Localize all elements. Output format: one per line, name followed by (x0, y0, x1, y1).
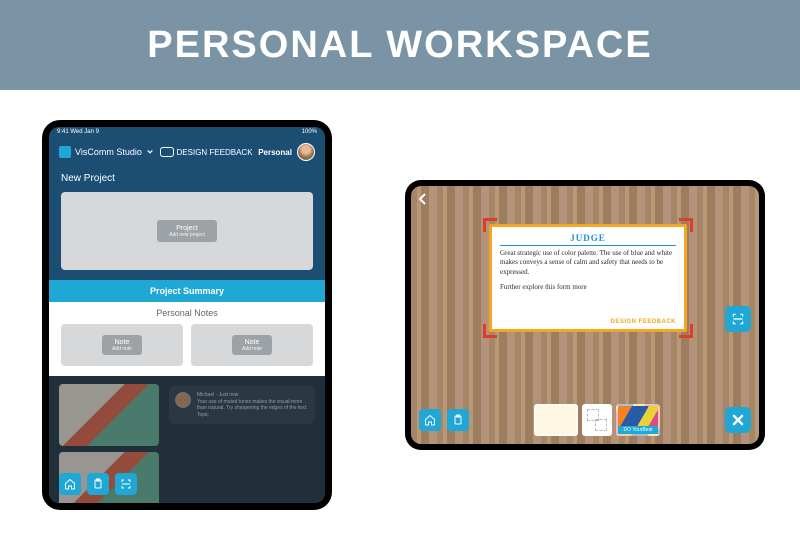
chevron-down-icon (146, 148, 154, 156)
note-heading: JUDGE (500, 233, 676, 243)
thumbnail-caption: DO YourBest (618, 426, 658, 434)
add-note-button[interactable]: Note Add note (102, 335, 142, 355)
tablet-landscape-screen: JUDGE Great strategic use of color palet… (411, 186, 759, 444)
workspace-icon (59, 146, 71, 158)
captured-thumbnail[interactable]: DO YourBest (616, 404, 660, 436)
personal-label: Personal (258, 148, 292, 157)
capture-button[interactable] (725, 306, 751, 332)
page-title: PERSONAL WORKSPACE (147, 24, 652, 67)
note-card[interactable]: Note Add note (191, 324, 313, 366)
scan-corner-icon (679, 324, 693, 338)
workspace-dropdown[interactable]: VisComm Studio (59, 146, 154, 158)
note-card[interactable]: Note Add note (61, 324, 183, 366)
captured-thumbnail[interactable] (534, 404, 578, 436)
bottom-toolbar (59, 473, 137, 495)
home-icon (64, 478, 76, 490)
close-button[interactable] (725, 407, 751, 433)
notes-button[interactable] (87, 473, 109, 495)
add-project-label: Project (176, 225, 198, 232)
scan-button[interactable] (115, 473, 137, 495)
add-project-sublabel: Add new project (169, 233, 205, 239)
home-button[interactable] (59, 473, 81, 495)
personal-area[interactable]: Personal (258, 143, 315, 161)
home-button[interactable] (419, 409, 441, 431)
scan-corner-icon (483, 324, 497, 338)
status-battery: 100% (302, 129, 317, 135)
stage: 9:41 Wed Jan 9 100% VisComm Studio DESIG… (0, 90, 800, 533)
workspace-name: VisComm Studio (75, 147, 142, 157)
project-summary-bar[interactable]: Project Summary (49, 280, 325, 302)
add-note-button[interactable]: Note Add note (232, 335, 272, 355)
personal-notes-panel: Personal Notes Note Add note Note Add no… (49, 302, 325, 376)
tablet-landscape-frame: JUDGE Great strategic use of color palet… (405, 180, 765, 450)
chevron-left-icon (417, 192, 427, 206)
logo-label: DESIGN FEEDBACK (177, 148, 253, 157)
personal-notes-title: Personal Notes (61, 308, 313, 324)
user-avatar[interactable] (297, 143, 315, 161)
clipboard-icon (452, 414, 464, 426)
scan-frame: JUDGE Great strategic use of color palet… (483, 218, 693, 338)
scanner-bottom-bar: DO YourBest (419, 404, 751, 436)
clipboard-icon (92, 478, 104, 490)
status-bar: 9:41 Wed Jan 9 100% (49, 127, 325, 137)
new-project-label: New Project (49, 167, 325, 188)
new-project-card[interactable]: Project Add new project (61, 192, 313, 270)
add-project-button[interactable]: Project Add new project (157, 220, 217, 242)
scanned-note-card: JUDGE Great strategic use of color palet… (489, 224, 687, 332)
scan-corner-icon (483, 218, 497, 232)
home-icon (424, 414, 436, 426)
scanner-bottom-left (419, 409, 469, 431)
captured-thumbnail[interactable] (582, 404, 612, 436)
note-brand: DESIGN FEEDBACK (610, 319, 676, 325)
notes-row: Note Add note Note Add note (61, 324, 313, 366)
note-line: Great strategic use of color palette. Th… (500, 249, 676, 277)
app-bar: VisComm Studio DESIGN FEEDBACK Personal (49, 137, 325, 167)
tablet-portrait-frame: 9:41 Wed Jan 9 100% VisComm Studio DESIG… (42, 120, 332, 510)
back-button[interactable] (417, 192, 427, 209)
scan-corner-icon (679, 218, 693, 232)
projects-content-area: Michael · Just now Your use of muted ton… (49, 376, 325, 503)
status-time: 9:41 Wed Jan 9 (57, 129, 99, 135)
close-icon (731, 413, 745, 427)
logo-icon (160, 147, 174, 157)
scan-icon (731, 312, 745, 326)
captured-thumbnails: DO YourBest (534, 404, 660, 436)
notes-button[interactable] (447, 409, 469, 431)
note-line: Further explore this form more (500, 283, 676, 292)
page-banner: PERSONAL WORKSPACE (0, 0, 800, 90)
tablet-portrait-screen: 9:41 Wed Jan 9 100% VisComm Studio DESIG… (49, 127, 325, 503)
note-rule (500, 245, 676, 246)
app-logo: DESIGN FEEDBACK (160, 147, 253, 157)
scan-icon (120, 478, 132, 490)
